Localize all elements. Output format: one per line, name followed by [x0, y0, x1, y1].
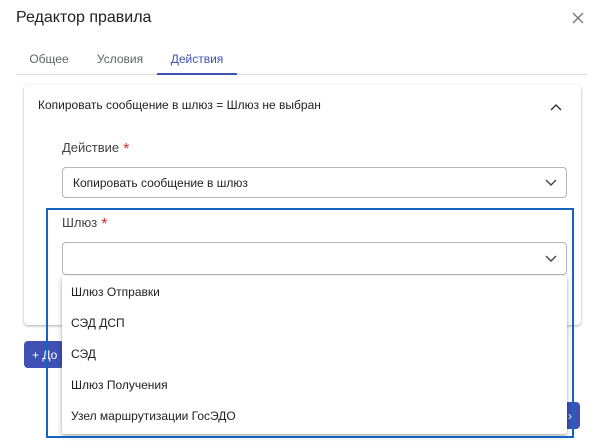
tab-general[interactable]: Общее	[16, 44, 82, 73]
tab-conditions[interactable]: Условия	[86, 44, 154, 73]
tab-label: Действия	[170, 51, 224, 66]
chevron-up-icon	[550, 104, 562, 111]
action-label-text: Действие	[62, 140, 120, 155]
dropdown-option[interactable]: Узел маршрутизации ГосЭДО	[62, 400, 567, 431]
close-button[interactable]	[568, 8, 588, 28]
add-button-label: + До	[32, 347, 58, 362]
save-button-fragment: ›	[568, 408, 572, 423]
gateway-label-text: Шлюз	[62, 215, 98, 230]
tab-actions[interactable]: Действия	[157, 44, 237, 75]
dropdown-option[interactable]: СЭД ДСП	[62, 307, 567, 338]
required-mark: *	[101, 216, 108, 233]
action-select-value: Копировать сообщение в шлюз	[73, 176, 248, 190]
gateway-field-label: Шлюз *	[62, 214, 108, 233]
chevron-down-icon	[544, 252, 558, 266]
close-icon	[572, 12, 584, 24]
required-mark: *	[123, 141, 130, 158]
dropdown-option[interactable]: СЭД	[62, 338, 567, 369]
chevron-down-icon	[544, 176, 558, 190]
collapse-button[interactable]	[546, 97, 566, 117]
gateway-select[interactable]	[62, 242, 567, 275]
dropdown-option[interactable]: Шлюз Отправки	[62, 276, 567, 307]
add-action-button[interactable]: + До	[24, 341, 64, 368]
gateway-dropdown: Шлюз Отправки СЭД ДСП СЭД Шлюз Получения…	[62, 276, 567, 434]
dropdown-option[interactable]: Шлюз Получения	[62, 369, 567, 400]
action-select[interactable]: Копировать сообщение в шлюз	[62, 167, 567, 198]
tab-label: Условия	[96, 51, 144, 66]
panel-header: Копировать сообщение в шлюз = Шлюз не вы…	[38, 98, 321, 112]
tab-label: Общее	[29, 51, 69, 66]
tab-bar: Общее Условия Действия	[16, 44, 587, 75]
dialog-title: Редактор правила	[16, 9, 152, 26]
action-field-label: Действие *	[62, 139, 130, 158]
